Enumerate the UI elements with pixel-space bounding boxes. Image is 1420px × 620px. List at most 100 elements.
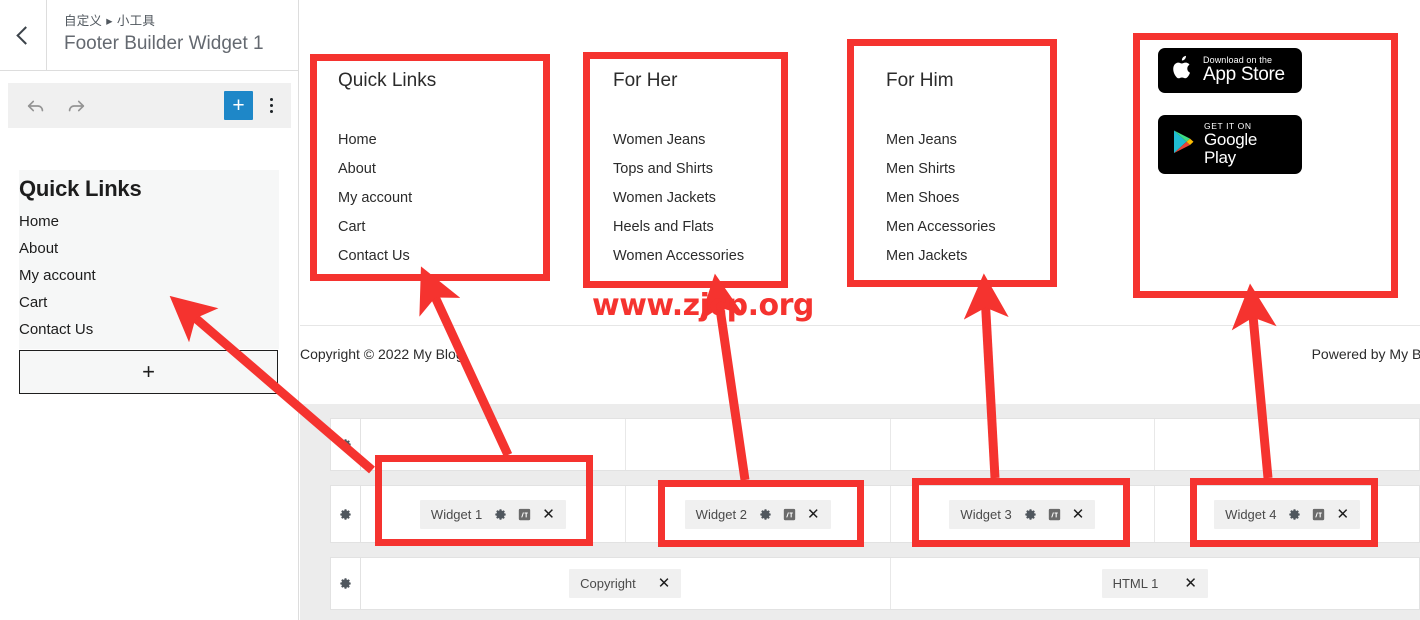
sidebar-header-texts: 自定义 ▸ 小工具 Footer Builder Widget 1 bbox=[64, 10, 264, 55]
column-heading: For Her bbox=[613, 70, 678, 91]
close-icon[interactable]: ✕ bbox=[1184, 576, 1197, 591]
footer-column-for-her: For Her Women Jeans Tops and Shirts Wome… bbox=[613, 70, 744, 271]
duplicate-icon[interactable] bbox=[783, 508, 796, 521]
app-store-badge[interactable]: Download on the App Store bbox=[1158, 48, 1302, 93]
add-block-button[interactable]: + bbox=[224, 91, 253, 120]
chip-label: Widget 2 bbox=[695, 506, 747, 522]
close-icon[interactable]: ✕ bbox=[1072, 507, 1085, 522]
chip-label: Copyright bbox=[580, 576, 636, 591]
close-icon[interactable]: ✕ bbox=[542, 507, 555, 522]
list-item[interactable]: Women Accessories bbox=[613, 242, 744, 271]
chevron-left-icon bbox=[15, 25, 35, 45]
footer-column-quick-links: Quick Links Home About My account Cart C… bbox=[338, 70, 436, 271]
back-button[interactable] bbox=[0, 0, 47, 70]
google-play-badge[interactable]: GET IT ON Google Play bbox=[1158, 115, 1302, 174]
widget-chip-widget-3[interactable]: Widget 3 ✕ bbox=[949, 499, 1096, 529]
close-icon[interactable]: ✕ bbox=[807, 507, 820, 522]
builder-row-bottom: Copyright ✕ HTML 1 ✕ bbox=[330, 557, 1420, 610]
app-store-badge-big: App Store bbox=[1203, 64, 1285, 86]
list-item[interactable]: Men Jackets bbox=[886, 242, 996, 271]
undo-icon[interactable] bbox=[16, 86, 56, 126]
google-play-icon bbox=[1172, 129, 1195, 160]
chip-label: Widget 3 bbox=[960, 506, 1012, 522]
list-item[interactable]: Tops and Shirts bbox=[613, 155, 744, 184]
list-item[interactable]: My account bbox=[338, 184, 436, 213]
builder-cell[interactable]: Widget 3 ✕ bbox=[891, 486, 1156, 542]
breadcrumb[interactable]: 自定义 ▸ 小工具 bbox=[64, 10, 264, 29]
close-icon[interactable]: ✕ bbox=[658, 576, 671, 591]
builder-row-cells bbox=[361, 419, 1419, 470]
footer-builder-panel: Widget 1 ✕ Widget 2 ✕ Widget 3 ✕ Widget … bbox=[300, 404, 1420, 620]
google-play-badge-big: Google Play bbox=[1204, 129, 1258, 167]
list-item[interactable]: Home bbox=[19, 208, 279, 235]
list-item[interactable]: Contact Us bbox=[338, 242, 436, 271]
widget-chip-copyright[interactable]: Copyright ✕ bbox=[569, 569, 682, 598]
list-item[interactable]: Men Jeans bbox=[886, 126, 996, 155]
builder-row-above bbox=[330, 418, 1420, 471]
list-item[interactable]: Men Shoes bbox=[886, 184, 996, 213]
copyright-text: Copyright © 2022 My Blog bbox=[300, 346, 464, 362]
redo-icon[interactable] bbox=[56, 86, 96, 126]
list-item[interactable]: Cart bbox=[338, 213, 436, 242]
builder-cell[interactable]: Widget 2 ✕ bbox=[626, 486, 891, 542]
builder-cell[interactable] bbox=[361, 419, 626, 470]
list-item[interactable]: About bbox=[338, 155, 436, 184]
footer-copyright-bar: Copyright © 2022 My Blog Powered by My B… bbox=[300, 325, 1420, 397]
list-item[interactable]: Women Jeans bbox=[613, 126, 744, 155]
row-settings-gear-icon[interactable] bbox=[331, 558, 361, 609]
page-title: Footer Builder Widget 1 bbox=[64, 33, 264, 54]
footer-column-for-him: For Him Men Jeans Men Shirts Men Shoes M… bbox=[886, 70, 996, 271]
close-icon[interactable]: ✕ bbox=[1336, 507, 1349, 522]
customizer-sidebar: 自定义 ▸ 小工具 Footer Builder Widget 1 + Quic… bbox=[0, 0, 299, 620]
builder-cell[interactable] bbox=[891, 419, 1156, 470]
column-heading: Quick Links bbox=[338, 70, 437, 91]
row-settings-gear-icon[interactable] bbox=[331, 419, 361, 470]
builder-row-widgets: Widget 1 ✕ Widget 2 ✕ Widget 3 ✕ Widget … bbox=[330, 485, 1420, 543]
list-item[interactable]: Women Jackets bbox=[613, 184, 744, 213]
sidebar-header: 自定义 ▸ 小工具 Footer Builder Widget 1 bbox=[0, 0, 298, 71]
duplicate-icon[interactable] bbox=[518, 508, 531, 521]
row-settings-gear-icon[interactable] bbox=[331, 486, 361, 542]
builder-cell[interactable]: Copyright ✕ bbox=[361, 558, 891, 609]
chip-label: Widget 4 bbox=[1225, 506, 1277, 522]
builder-cell[interactable] bbox=[626, 419, 891, 470]
builder-cell[interactable]: Widget 4 ✕ bbox=[1155, 486, 1419, 542]
footer-columns: Quick Links Home About My account Cart C… bbox=[300, 0, 1420, 325]
builder-cell[interactable] bbox=[1155, 419, 1419, 470]
block-editor-toolbar: + bbox=[8, 83, 291, 128]
list-item[interactable]: Men Shirts bbox=[886, 155, 996, 184]
gear-icon[interactable] bbox=[1024, 508, 1037, 521]
list-item[interactable]: Home bbox=[338, 126, 436, 155]
google-play-badge-text: GET IT ON Google Play bbox=[1204, 122, 1288, 167]
chip-label: HTML 1 bbox=[1112, 576, 1159, 591]
widget-chip-html-1[interactable]: HTML 1 ✕ bbox=[1101, 569, 1208, 598]
site-preview: Quick Links Home About My account Cart C… bbox=[300, 0, 1420, 620]
widget-chip-widget-1[interactable]: Widget 1 ✕ bbox=[419, 499, 566, 529]
gear-icon[interactable] bbox=[759, 508, 772, 521]
powered-by-text: Powered by My Blog bbox=[1311, 346, 1420, 362]
sidebar-block-list: Home About My account Cart Contact Us bbox=[19, 208, 279, 343]
duplicate-icon[interactable] bbox=[1312, 508, 1325, 521]
list-item[interactable]: About bbox=[19, 235, 279, 262]
list-item[interactable]: Men Accessories bbox=[886, 213, 996, 242]
more-options-icon[interactable] bbox=[253, 88, 289, 124]
duplicate-icon[interactable] bbox=[1048, 508, 1061, 521]
builder-cell[interactable]: HTML 1 ✕ bbox=[891, 558, 1420, 609]
widget-chip-widget-4[interactable]: Widget 4 ✕ bbox=[1214, 499, 1361, 529]
builder-row-cells: Widget 1 ✕ Widget 2 ✕ Widget 3 ✕ Widget … bbox=[361, 486, 1419, 542]
builder-cell[interactable]: Widget 1 ✕ bbox=[361, 486, 626, 542]
column-list: Home About My account Cart Contact Us bbox=[338, 126, 436, 271]
sidebar-block-heading: Quick Links bbox=[19, 176, 142, 201]
add-block-appender[interactable]: + bbox=[19, 350, 278, 394]
gear-icon[interactable] bbox=[1288, 508, 1301, 521]
list-item[interactable]: Cart bbox=[19, 289, 279, 316]
column-heading: For Him bbox=[886, 70, 954, 91]
list-item[interactable]: Contact Us bbox=[19, 316, 279, 343]
column-list: Men Jeans Men Shirts Men Shoes Men Acces… bbox=[886, 126, 996, 271]
sidebar-quick-links-block[interactable]: Quick Links Home About My account Cart C… bbox=[19, 170, 279, 349]
app-store-badge-text: Download on the App Store bbox=[1203, 55, 1285, 86]
gear-icon[interactable] bbox=[494, 508, 507, 521]
list-item[interactable]: Heels and Flats bbox=[613, 213, 744, 242]
widget-chip-widget-2[interactable]: Widget 2 ✕ bbox=[684, 499, 831, 529]
list-item[interactable]: My account bbox=[19, 262, 279, 289]
